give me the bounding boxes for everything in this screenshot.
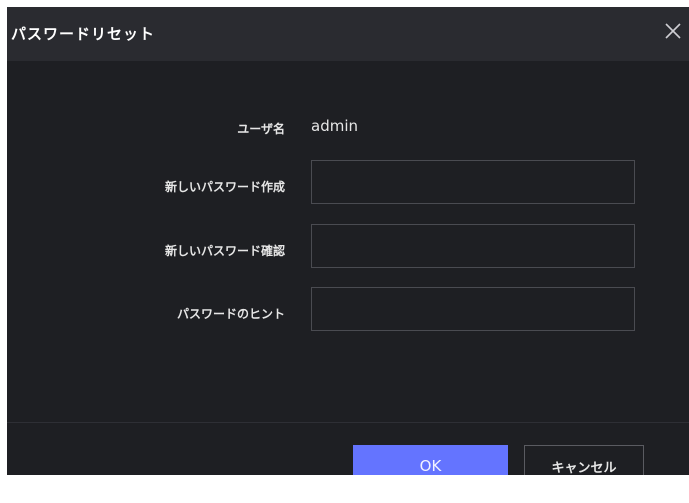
confirm-password-field[interactable] xyxy=(311,224,635,268)
dialog-titlebar: パスワードリセット xyxy=(7,7,689,61)
ok-button[interactable]: OK xyxy=(353,445,508,475)
new-password-field[interactable] xyxy=(311,160,635,204)
cancel-button[interactable]: キャンセル xyxy=(524,445,644,475)
username-label: ユーザ名 xyxy=(237,122,285,136)
password-reset-dialog: パスワードリセット ユーザ名 admin 新しいパスワード作成 新しいパスワード… xyxy=(7,7,689,475)
close-icon[interactable] xyxy=(661,19,685,43)
password-hint-field[interactable] xyxy=(311,287,635,331)
password-hint-label: パスワードのヒント xyxy=(176,307,285,321)
dialog-body: ユーザ名 admin 新しいパスワード作成 新しいパスワード確認 パスワードのヒ… xyxy=(7,61,689,422)
confirm-password-label: 新しいパスワード確認 xyxy=(164,244,285,258)
username-value: admin xyxy=(311,117,358,135)
new-password-label: 新しいパスワード作成 xyxy=(164,180,285,194)
dialog-footer: OK キャンセル xyxy=(7,422,689,475)
dialog-title: パスワードリセット xyxy=(11,25,156,43)
